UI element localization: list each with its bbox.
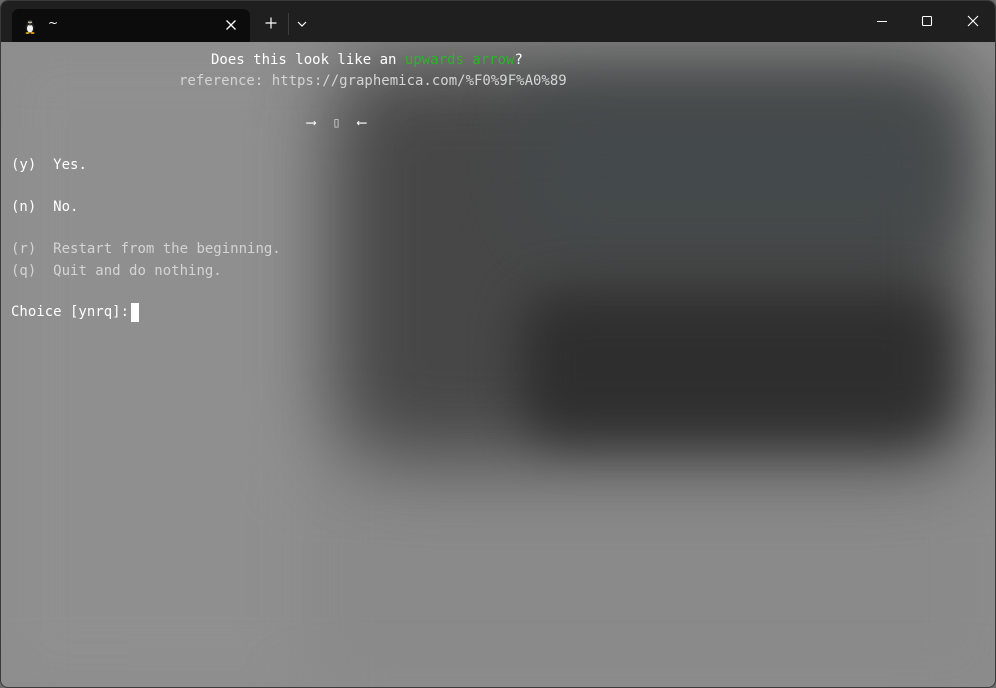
option-no: (n) No.	[11, 198, 78, 216]
tab-close-icon[interactable]	[223, 17, 239, 33]
question-line: Does this look like an upwards arrow?	[211, 51, 523, 69]
minimize-icon[interactable]	[872, 11, 892, 31]
terminal-content[interactable]: Does this look like an upwards arrow? re…	[1, 42, 995, 687]
title-bar: ~	[1, 1, 995, 42]
option-no-label: No.	[53, 199, 79, 215]
option-restart: (r) Restart from the beginning.	[11, 240, 281, 258]
option-no-key: (n)	[11, 199, 37, 215]
tab-title: ~	[48, 16, 59, 30]
reference-url: reference: https://graphemica.com/%F0%9F…	[179, 73, 567, 89]
terminal-window: ~ Does this look like an upwards arrow? …	[0, 0, 996, 688]
tab-home[interactable]: ~	[12, 9, 250, 42]
glyph-display: ⟶ ▯ ⟵	[307, 114, 366, 132]
linux-penguin-icon	[22, 18, 38, 34]
option-restart-key: (r)	[11, 241, 37, 257]
text-cursor	[131, 303, 139, 322]
option-yes-key: (y)	[11, 157, 37, 173]
maximize-icon[interactable]	[917, 11, 937, 31]
close-icon[interactable]	[963, 11, 983, 31]
option-quit-key: (q)	[11, 263, 37, 279]
option-yes: (y) Yes.	[11, 156, 87, 174]
left-pointing-arrow: ⟵	[357, 115, 367, 131]
missing-glyph-box: ▯	[332, 115, 341, 131]
option-yes-label: Yes.	[53, 157, 87, 173]
tab-separator	[288, 13, 289, 35]
option-restart-label: Restart from the beginning.	[53, 241, 281, 257]
question-suffix: ?	[514, 52, 523, 68]
question-highlight: upwards arrow	[404, 52, 515, 68]
chevron-down-icon[interactable]	[295, 17, 309, 31]
choice-prompt: Choice [ynrq]:	[11, 304, 130, 320]
option-quit-label: Quit and do nothing.	[53, 263, 222, 279]
question-prefix: Does this look like an	[211, 52, 405, 68]
option-quit: (q) Quit and do nothing.	[11, 262, 222, 280]
new-tab-plus-icon[interactable]	[263, 15, 279, 31]
